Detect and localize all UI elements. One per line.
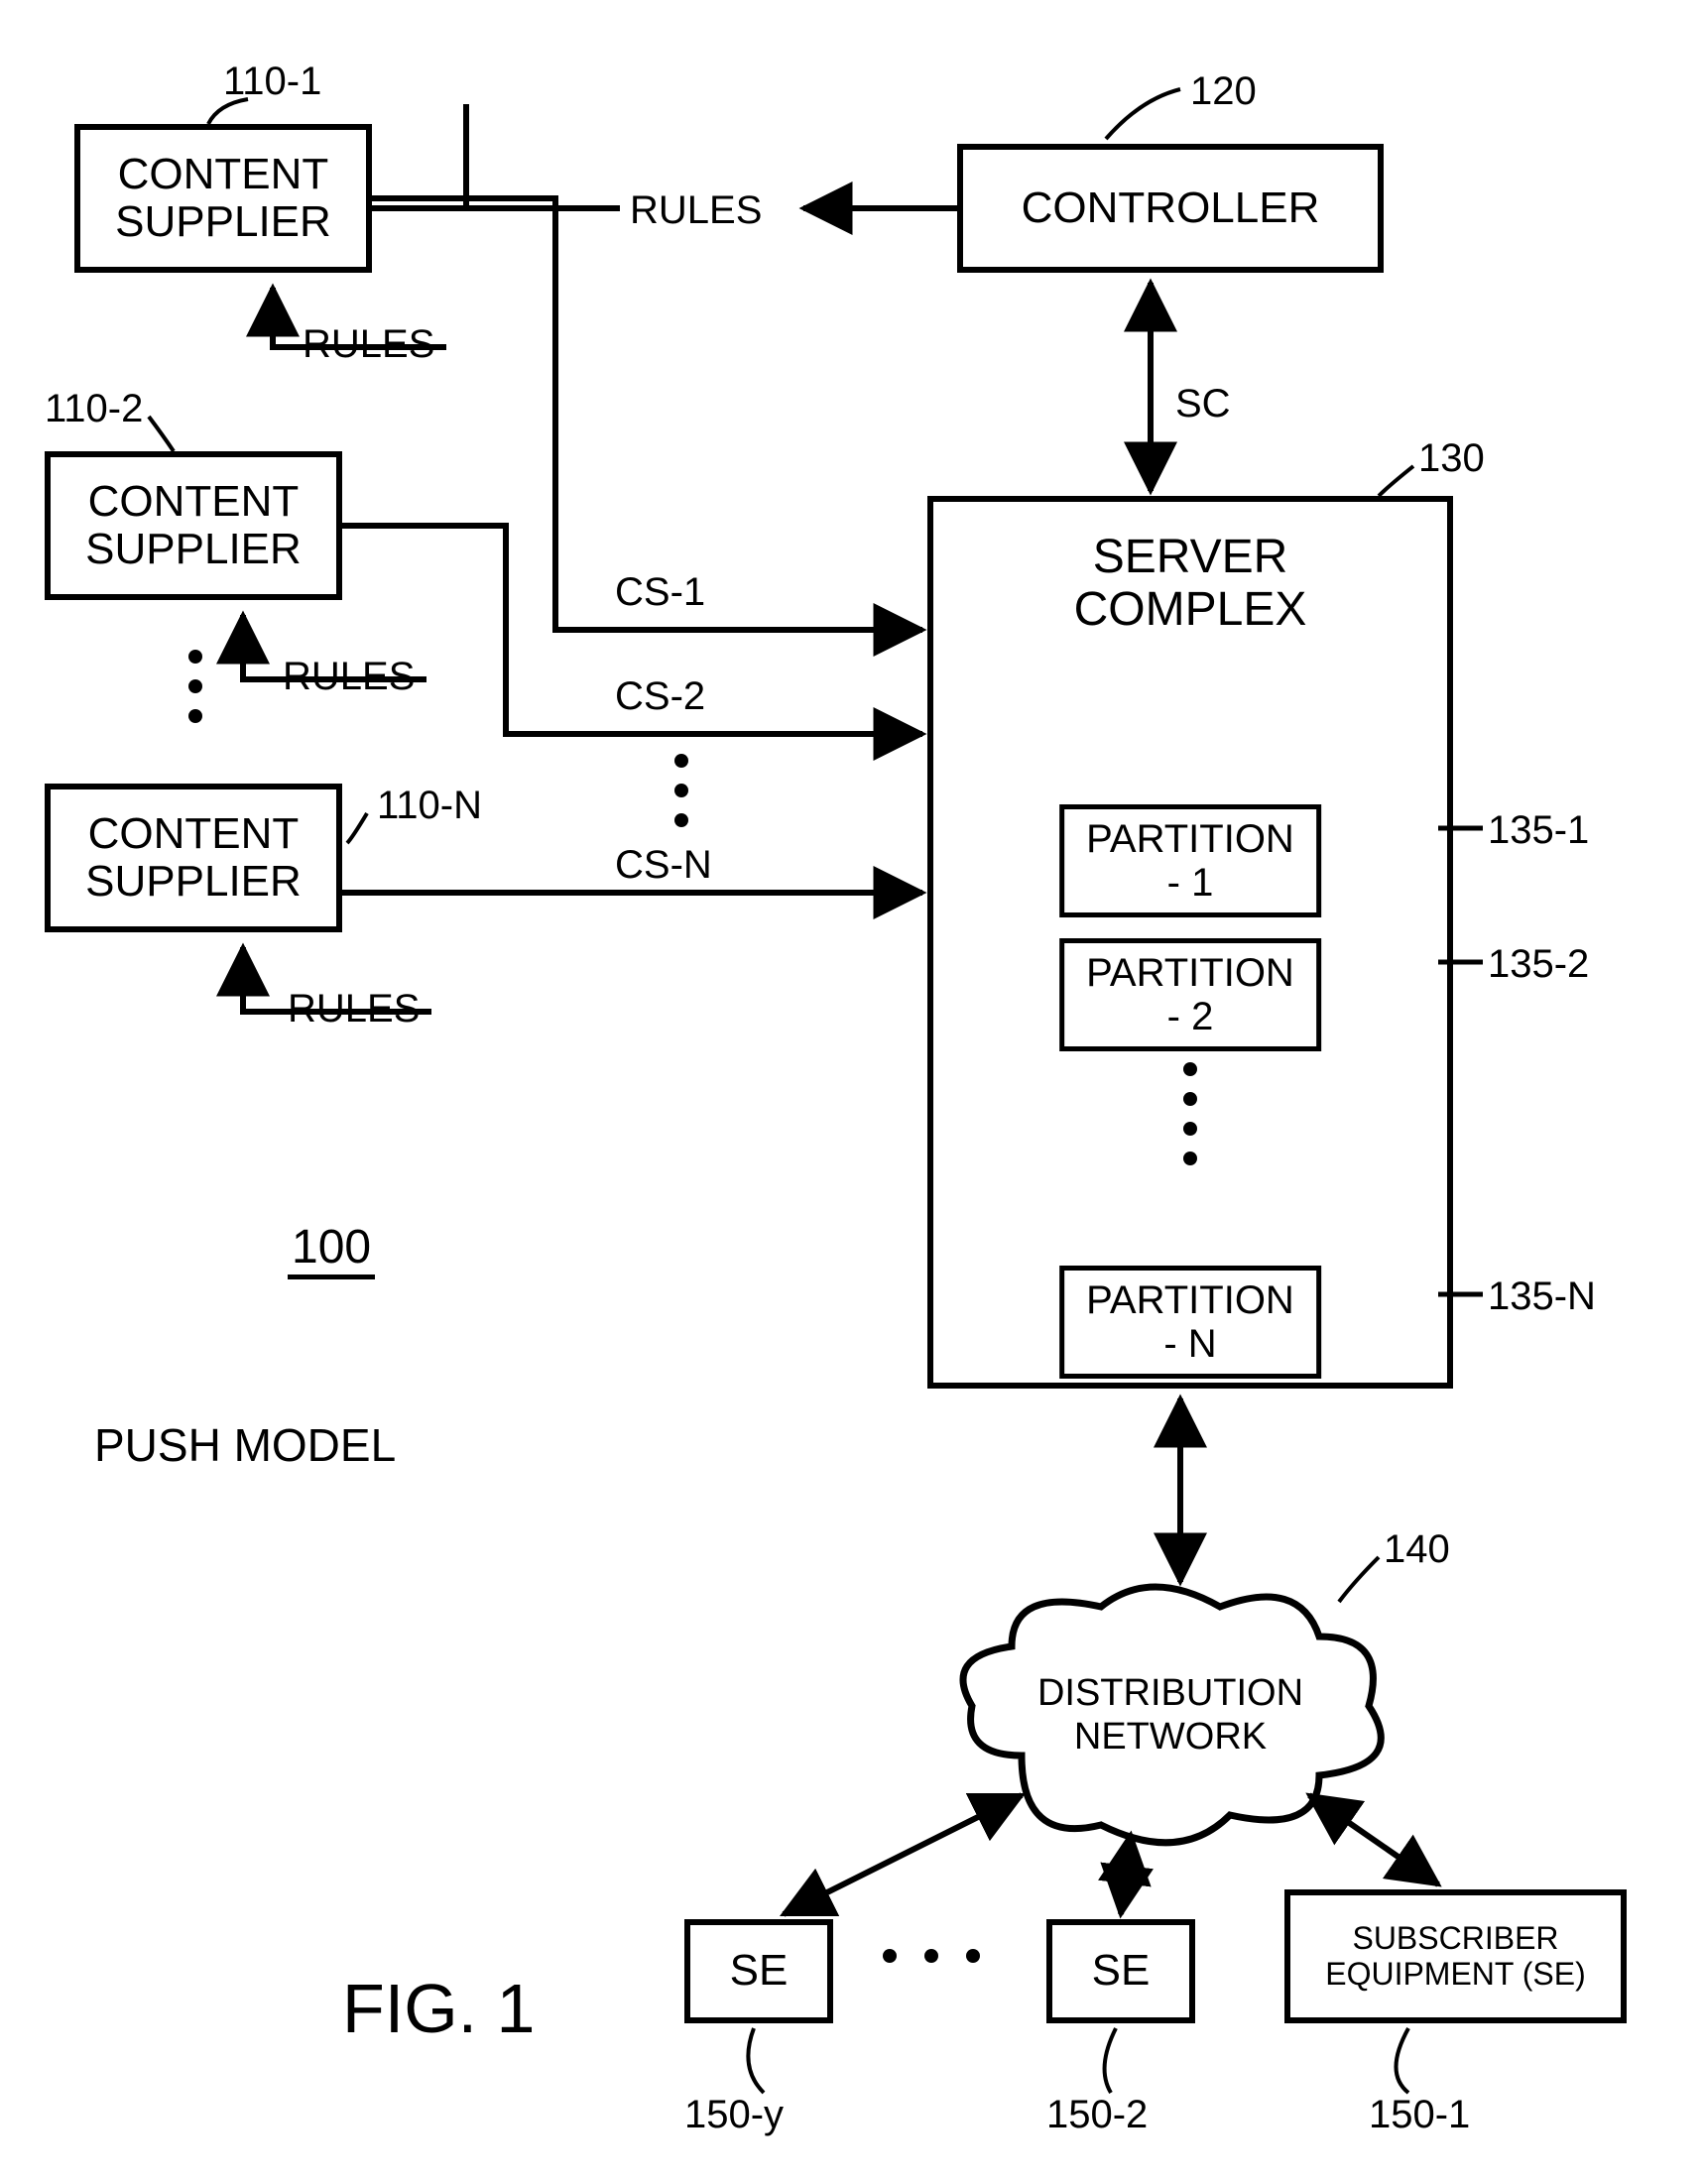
supplier2-id: 110-2 — [45, 387, 143, 431]
partition-2: PARTITION - 2 — [1059, 938, 1321, 1051]
figure-caption: FIG. 1 — [342, 1969, 535, 2048]
partitionN-id: 135-N — [1488, 1274, 1596, 1319]
se-box-2: SE — [1046, 1919, 1195, 2023]
diagram-stage: CONTENT SUPPLIER 110-1 CONTENT SUPPLIER … — [0, 0, 1704, 2184]
rules-1: RULES — [303, 322, 434, 367]
cs-n: CS-N — [615, 843, 712, 888]
content-supplier-1: CONTENT SUPPLIER — [74, 124, 372, 273]
se-box-1: SUBSCRIBER EQUIPMENT (SE) — [1284, 1889, 1627, 2023]
rules-n: RULES — [288, 987, 420, 1031]
vdots-suppliers — [188, 650, 202, 723]
content-supplier-2: CONTENT SUPPLIER — [45, 451, 342, 600]
network-id: 140 — [1384, 1527, 1450, 1572]
rules-controller: RULES — [630, 188, 762, 233]
server-id: 130 — [1418, 436, 1485, 481]
se-box-y: SE — [684, 1919, 833, 2023]
partition2-id: 135-2 — [1488, 942, 1589, 987]
server-title: SERVER COMPLEX — [933, 532, 1447, 637]
content-supplier-n: CONTENT SUPPLIER — [45, 784, 342, 932]
controller-id: 120 — [1190, 69, 1257, 114]
se-1-id: 150-1 — [1369, 2093, 1470, 2137]
sc-label: SC — [1175, 382, 1231, 426]
partition-n: PARTITION - N — [1059, 1266, 1321, 1379]
vdots-cs — [674, 754, 688, 827]
se-2-id: 150-2 — [1046, 2093, 1148, 2137]
push-model: PUSH MODEL — [94, 1418, 396, 1472]
partition-1: PARTITION - 1 — [1059, 804, 1321, 917]
partition1-id: 135-1 — [1488, 808, 1589, 853]
rules-2: RULES — [283, 655, 415, 699]
hdots-se — [883, 1949, 980, 1963]
controller-box: CONTROLLER — [957, 144, 1384, 273]
supplierN-id: 110-N — [377, 784, 482, 828]
server-complex: SERVER COMPLEX PARTITION - 1 PARTITION -… — [927, 496, 1453, 1389]
figure-number: 100 — [288, 1220, 375, 1279]
supplier1-id: 110-1 — [223, 60, 321, 104]
cs-2: CS-2 — [615, 674, 705, 719]
se-y-id: 150-y — [684, 2093, 784, 2137]
cs-1: CS-1 — [615, 570, 705, 615]
network-label: DISTRIBUTION NETWORK — [1037, 1672, 1303, 1759]
vdots-partitions — [1183, 1062, 1197, 1165]
distribution-network: DISTRIBUTION NETWORK — [952, 1577, 1389, 1855]
